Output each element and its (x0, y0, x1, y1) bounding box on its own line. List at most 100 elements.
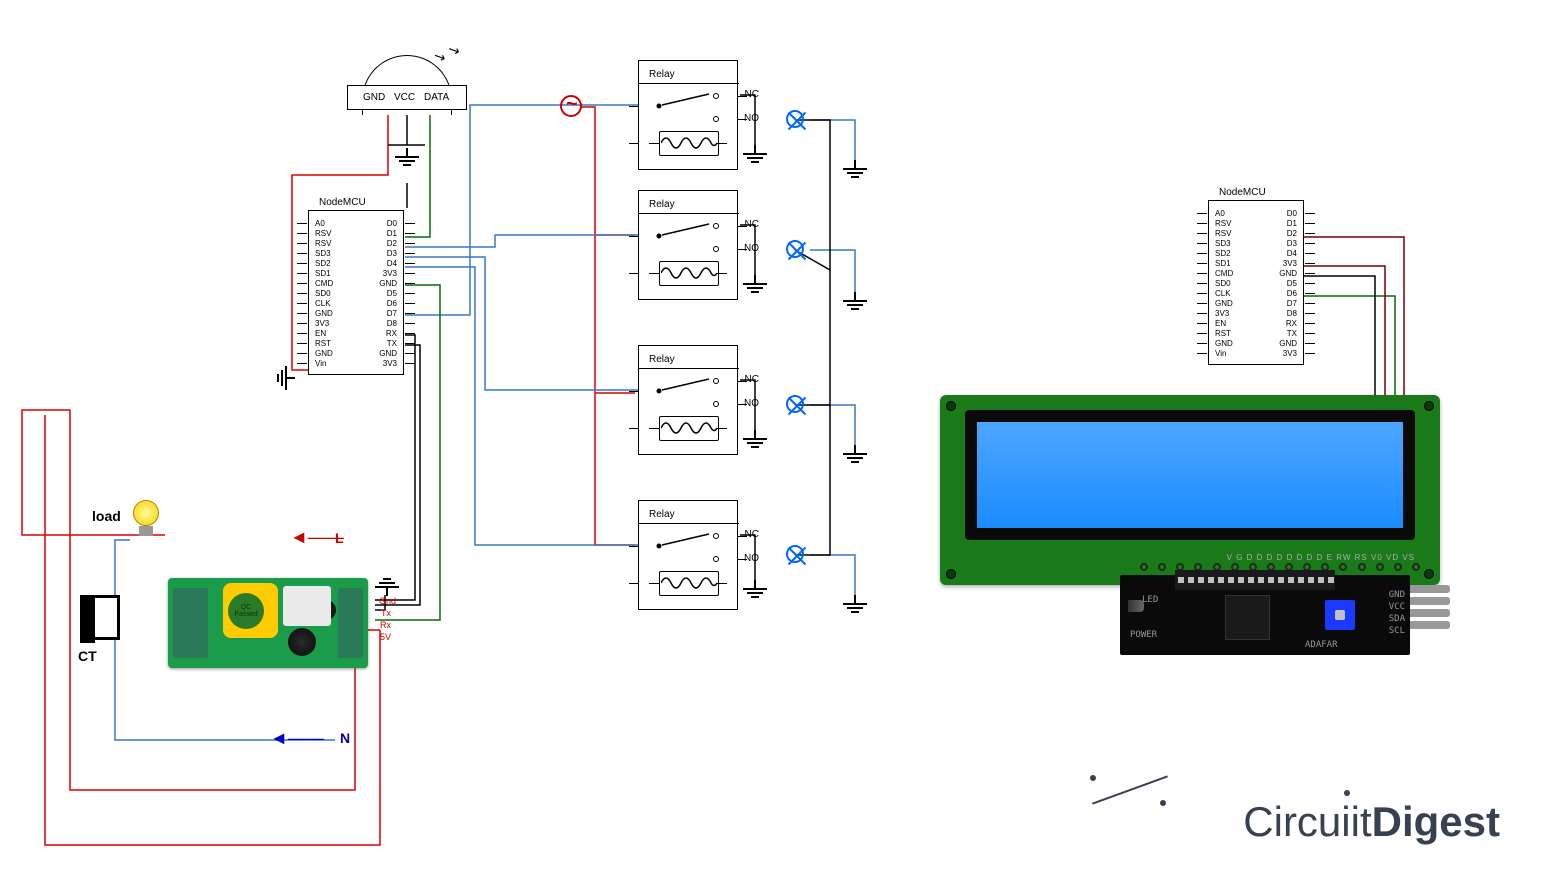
relay-nc: NC (745, 529, 759, 540)
bulb-icon (133, 500, 159, 536)
mcu-pin-label: RX (386, 329, 397, 338)
mcu-pin-label: SD2 (1215, 249, 1231, 258)
neutral-label: N (340, 730, 350, 746)
pzem-5v: 5V (380, 632, 391, 642)
relay-nc: NC (745, 89, 759, 100)
mcu-pin-label: GND (1279, 269, 1297, 278)
ir-sensor-base: GND VCC DATA (347, 85, 467, 110)
nodemcu1-title: NodeMCU (319, 197, 366, 208)
mcu-pin-label: D6 (387, 299, 397, 308)
nodemcu-1: NodeMCU A0RSVRSVSD3SD2SD1CMDSD0CLKGND3V3… (308, 210, 404, 375)
lamp-icon-4 (786, 545, 804, 563)
mcu-pin-label: D1 (387, 229, 397, 238)
i2c-vcc: VCC (1389, 602, 1405, 612)
sensor-gnd-label: GND (363, 92, 385, 103)
mcu-pin-label: D0 (1287, 209, 1297, 218)
lcd-display: V G D D D D D D D D E RW RS V0 VD VS doc… (940, 395, 1440, 670)
sensor-vcc-label: VCC (394, 92, 415, 103)
ground-icon (743, 275, 767, 291)
mcu-pin-label: SD0 (315, 289, 331, 298)
relay-nc: NC (745, 374, 759, 385)
mcu-pin-label: EN (1215, 319, 1226, 328)
load-label: load (92, 508, 121, 524)
i2c-scl: SCL (1389, 626, 1405, 636)
mcu-pin-label: RX (1286, 319, 1297, 328)
mcu-pin-label: GND (315, 349, 333, 358)
mcu-pin-label: SD1 (1215, 259, 1231, 268)
mcu-pin-label: D6 (1287, 289, 1297, 298)
relay-4: RelayNCNO (638, 500, 738, 610)
mcu-pin-label: D4 (1287, 249, 1297, 258)
ct-label: CT (78, 648, 97, 664)
mcu-pin-label: GND (1215, 299, 1233, 308)
ground-icon (843, 595, 867, 611)
mcu-pin-label: D8 (387, 319, 397, 328)
nodemcu-2: NodeMCU A0RSVRSVSD3SD2SD1CMDSD0CLKGND3V3… (1208, 200, 1304, 365)
nodemcu2-title: NodeMCU (1219, 187, 1266, 198)
ground-icon (279, 366, 295, 390)
mcu-pin-label: RSV (315, 239, 331, 248)
lamp-icon-2 (786, 240, 804, 258)
relay-1: RelayNCNO (638, 60, 738, 170)
mcu-pin-label: D3 (387, 249, 397, 258)
i2c-brand-label: ADAFAR (1305, 640, 1338, 650)
mcu-pin-label: 3V3 (383, 269, 397, 278)
mcu-pin-label: GND (379, 279, 397, 288)
mcu-pin-label: Vin (315, 359, 326, 368)
mcu-pin-label: 3V3 (1283, 349, 1297, 358)
ground-icon (375, 580, 399, 596)
mcu-pin-label: Vin (1215, 349, 1226, 358)
i2c-sda: SDA (1389, 614, 1405, 624)
mcu-pin-label: GND (1279, 339, 1297, 348)
mcu-pin-label: D2 (1287, 229, 1297, 238)
mcu-pin-label: A0 (315, 219, 325, 228)
relay-title: Relay (649, 509, 675, 520)
mcu-pin-label: D3 (1287, 239, 1297, 248)
mcu-pin-label: SD2 (315, 259, 331, 268)
ground-icon (743, 145, 767, 161)
sensor-data-label: DATA (424, 92, 449, 103)
mcu-pin-label: RST (1215, 329, 1231, 338)
mcu-pin-label: 3V3 (1283, 259, 1297, 268)
mcu-pin-label: CLK (1215, 289, 1231, 298)
relay-nc: NC (745, 219, 759, 230)
lamp-icon-3 (786, 395, 804, 413)
pzem-gnd: Gnd (379, 596, 396, 606)
i2c-power-label: POWER (1130, 630, 1157, 640)
mcu-pin-label: SD1 (315, 269, 331, 278)
ground-icon (843, 160, 867, 176)
mcu-pin-label: RSV (1215, 219, 1231, 228)
ground-icon (743, 430, 767, 446)
mcu-pin-label: RSV (315, 229, 331, 238)
ground-icon (843, 445, 867, 461)
mcu-pin-label: D5 (1287, 279, 1297, 288)
ground-icon (743, 580, 767, 596)
lcd-header-pins: V G D D D D D D D D E RW RS V0 VD VS (1227, 553, 1415, 562)
relay-title: Relay (649, 69, 675, 80)
mcu-pin-label: D2 (387, 239, 397, 248)
mcu-pin-label: RST (315, 339, 331, 348)
i2c-gnd: GND (1389, 590, 1405, 600)
mcu-pin-label: D7 (1287, 299, 1297, 308)
mcu-pin-label: RSV (1215, 229, 1231, 238)
relay-2: RelayNCNO (638, 190, 738, 300)
mcu-pin-label: TX (387, 339, 397, 348)
mcu-pin-label: SD3 (1215, 239, 1231, 248)
pzem-rx: Rx (380, 620, 391, 630)
i2c-adapter: for(let i=0;i<16;i++)document.write('<di… (1120, 575, 1410, 655)
mcu-pin-label: CMD (1215, 269, 1233, 278)
lamp-icon-1 (786, 110, 804, 128)
mcu-pin-label: SD0 (1215, 279, 1231, 288)
mcu-pin-label: A0 (1215, 209, 1225, 218)
relay-title: Relay (649, 354, 675, 365)
mcu-pin-label: D4 (387, 259, 397, 268)
mcu-pin-label: CMD (315, 279, 333, 288)
relay-3: RelayNCNO (638, 345, 738, 455)
mcu-pin-label: 3V3 (1215, 309, 1229, 318)
ac-source-icon (560, 95, 582, 117)
mcu-pin-label: CLK (315, 299, 331, 308)
ground-icon (843, 292, 867, 308)
mcu-pin-label: GND (315, 309, 333, 318)
watermark-dot-icon (1160, 800, 1166, 806)
pzem-tx: Tx (381, 608, 391, 618)
